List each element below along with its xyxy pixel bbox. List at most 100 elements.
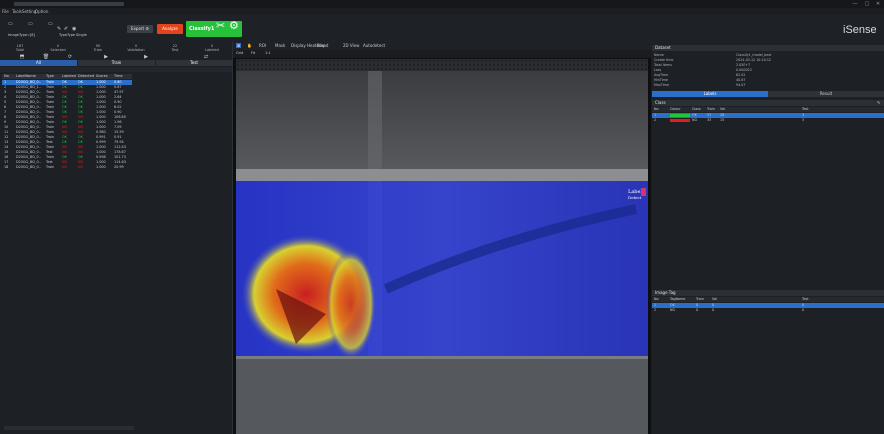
grid-toggle[interactable]: Grid — [236, 51, 243, 55]
dataset-section-title: Dataset — [652, 45, 884, 51]
column-header: No — [654, 297, 659, 301]
table-cell: Train — [46, 165, 55, 169]
window-title-redacted — [14, 2, 124, 6]
column-header: Train — [696, 297, 704, 301]
viewer-subtoolbar: Grid Fit 1:1 — [233, 50, 651, 58]
table-cell: NG — [78, 165, 84, 169]
column-header: Class — [692, 107, 701, 111]
info-value: 2.05E+7 — [736, 63, 751, 67]
info-value: 2024-03-12 10:10:12 — [736, 58, 772, 62]
stat-labeled: 0 Labeled — [205, 44, 219, 52]
class-color-swatch[interactable] — [670, 114, 690, 117]
tag-cell: 0 — [696, 308, 699, 312]
tab-labels[interactable]: Labels — [652, 91, 768, 97]
info-key: Name — [654, 53, 664, 57]
type-filter[interactable]: TypeType — [59, 33, 75, 37]
eraser-icon[interactable]: ◉ — [72, 26, 76, 32]
info-key: MaxTime — [654, 83, 669, 87]
close-button[interactable]: ✕ — [873, 1, 883, 7]
dataset-panel: 167 Total 0 Selected 90 Train 0 Validation 2… — [0, 42, 233, 434]
tag-section-title: Image Tag — [652, 290, 884, 296]
mask-tool[interactable]: Mask — [275, 43, 285, 48]
class-cell: 15 — [720, 118, 725, 122]
image-type-label[interactable]: ImageType=[8] — [8, 33, 35, 37]
info-panel: Dataset Labels Result Class ✎ Image Tag … — [652, 42, 884, 434]
folder-icon[interactable]: ▭ — [28, 21, 33, 27]
menu-tools[interactable]: Tools — [12, 9, 22, 14]
stat-selected: 0 Selected — [50, 44, 66, 52]
filter-bar[interactable] — [0, 67, 232, 72]
analyze-button[interactable]: Analyze — [157, 24, 183, 34]
tab-train[interactable]: Train — [78, 60, 155, 66]
column-header: Val — [712, 297, 717, 301]
tag-cell: NG — [670, 308, 676, 312]
hand-tool[interactable]: ✋ — [247, 43, 252, 48]
overlay-detect: Detect — [628, 195, 642, 200]
column-header: Test — [802, 107, 809, 111]
tab-all[interactable]: All — [0, 60, 77, 66]
actual-size-toggle[interactable]: 1:1 — [265, 51, 271, 55]
select-tool[interactable]: ⊞ — [236, 43, 242, 48]
info-key: MinTime — [654, 78, 668, 82]
column-header: No — [654, 107, 659, 111]
menu-file[interactable]: File — [2, 9, 9, 14]
inspection-image[interactable]: Label1 Detect — [236, 59, 648, 434]
classify-label: Classify1 — [189, 26, 215, 32]
2d-view-toggle[interactable]: 2D View — [343, 43, 359, 48]
edit-class-icon[interactable]: ✎ — [877, 100, 880, 105]
class-row[interactable]: 2 NG 33 15 3 — [652, 118, 884, 123]
tag-table-header: No TagName Train Val Test — [652, 297, 884, 302]
image-viewer: ⊞ ✋ ROI Mask Display Heatmap Blend 2D Vi… — [233, 42, 651, 434]
classify-button[interactable]: Classify1 ✂ ⚙ — [186, 19, 242, 37]
autodetect-toggle[interactable]: Autodetect — [363, 43, 385, 48]
table-row[interactable]: 18 D20GG_BD_0.. Train NG NG 1.000 20.99 — [2, 165, 132, 170]
class-cell: NG — [692, 118, 698, 122]
info-value: 40.67 — [736, 78, 746, 82]
info-key: Total Items — [654, 63, 672, 67]
column-header: TagName — [670, 297, 686, 301]
class-table-header: No Colour Class Train Val Test — [652, 107, 884, 112]
column-header: Train — [707, 107, 715, 111]
tag-row[interactable]: 2 NG 0 0 0 — [652, 308, 884, 313]
table-cell: 1.000 — [96, 165, 106, 169]
column-header: Colour — [670, 107, 681, 111]
save-icon[interactable]: ▭ — [48, 21, 53, 27]
fit-toggle[interactable]: Fit — [251, 51, 255, 55]
info-key: Create time — [654, 58, 674, 62]
class-color-swatch[interactable] — [670, 119, 690, 122]
column-header: Val — [720, 107, 725, 111]
class-cell: 3 — [802, 118, 805, 122]
minimize-button[interactable]: — — [850, 1, 860, 7]
tab-test[interactable]: Test — [156, 60, 232, 66]
table-cell: 20.99 — [114, 165, 124, 169]
info-value: Classify1_model_best — [736, 53, 772, 57]
menu-option[interactable]: Option — [35, 9, 48, 14]
scissors-icon: ✂ — [216, 19, 226, 32]
class-cell: 33 — [707, 118, 712, 122]
tab-result[interactable]: Result — [768, 91, 884, 97]
stat-validation: 0 Validation — [127, 44, 145, 52]
pen-icon[interactable]: ✎ — [57, 26, 61, 32]
table-header: No. LabelName Type Labeled Detected Scor… — [2, 74, 132, 79]
info-value: 94.07 — [736, 83, 746, 87]
blend-select[interactable]: Blend — [317, 43, 328, 48]
info-key: Loss — [654, 68, 662, 72]
file-icon[interactable]: ▭ — [8, 21, 13, 27]
horizontal-scrollbar[interactable] — [4, 426, 134, 430]
table-cell: D20GG_BD_0.. — [16, 165, 41, 169]
export-button[interactable]: Export ⚙ — [127, 25, 153, 33]
single-filter[interactable]: Single — [76, 33, 87, 37]
overlay-marker — [641, 188, 646, 196]
tag-cell: 0 — [802, 308, 805, 312]
stat-test: 22 Test — [171, 44, 179, 52]
table-cell: 18 — [4, 165, 9, 169]
roi-tool[interactable]: ROI — [259, 43, 266, 48]
stat-train: 90 Train — [93, 44, 103, 52]
table-cell: NG — [62, 165, 68, 169]
info-value: 0.000023 — [736, 68, 752, 72]
title-bar: — □ ✕ — [0, 0, 884, 8]
maximize-button[interactable]: □ — [862, 1, 872, 7]
brush-icon[interactable]: ✐ — [64, 26, 68, 32]
class-section-title: Class — [652, 100, 884, 106]
info-key: AvgTime — [654, 73, 669, 77]
